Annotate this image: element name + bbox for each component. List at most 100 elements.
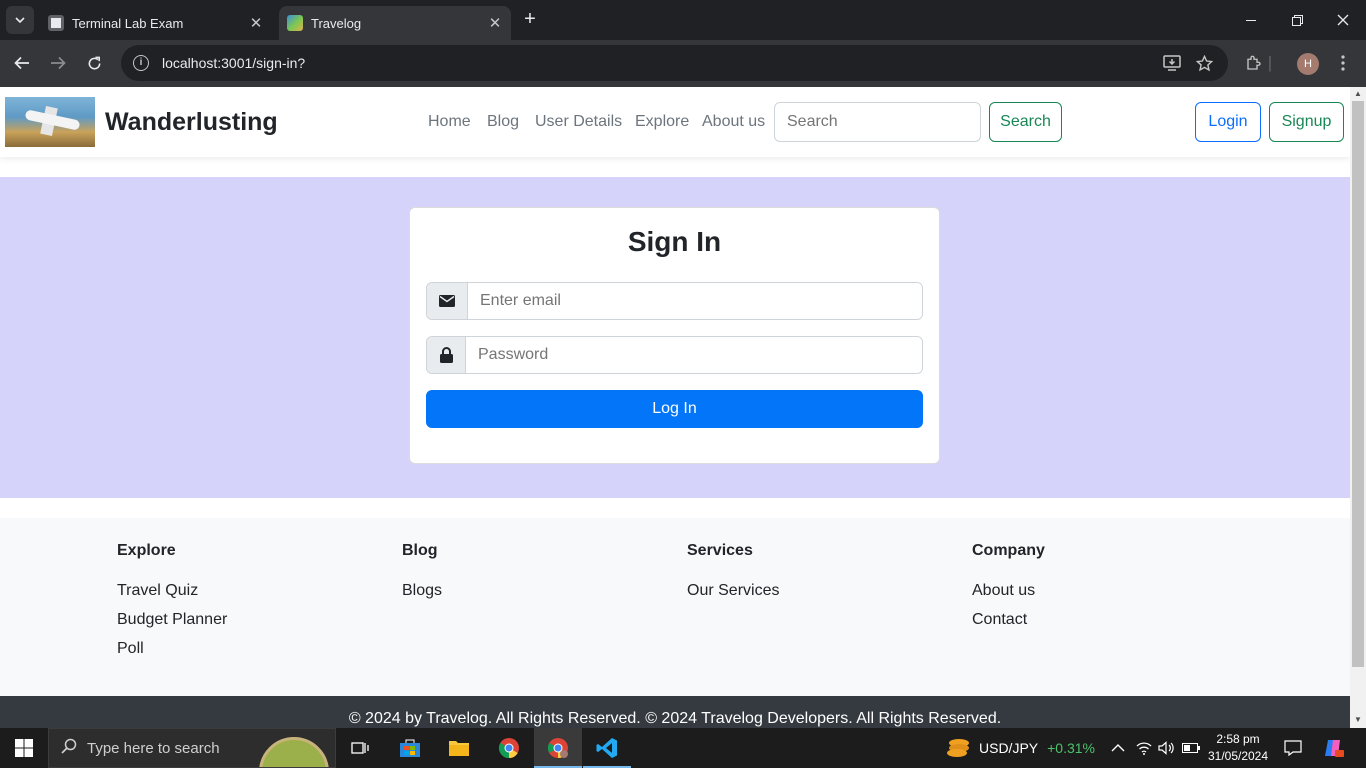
reload-button[interactable] — [80, 49, 108, 77]
tab-search-button[interactable] — [6, 6, 34, 34]
log-in-button[interactable]: Log In — [426, 390, 923, 428]
windows-taskbar: Type here to search USD/JPY +0.31% 2:58 … — [0, 728, 1366, 768]
tab-favicon-icon — [48, 15, 64, 31]
task-view-button[interactable] — [336, 728, 384, 768]
email-field[interactable] — [468, 283, 922, 319]
new-tab-button[interactable]: + — [518, 8, 542, 32]
stock-ticker-widget[interactable]: USD/JPY +0.31% — [946, 728, 1095, 768]
vscode-icon — [596, 738, 617, 758]
nav-link-blog[interactable]: Blog — [487, 113, 519, 131]
start-button[interactable] — [0, 728, 48, 768]
tab-favicon-icon — [287, 15, 303, 31]
minimize-button[interactable] — [1228, 0, 1274, 40]
signin-title: Sign In — [627, 226, 722, 257]
footer-link-poll[interactable]: Poll — [117, 640, 227, 669]
navbar-search-button[interactable]: Search — [989, 102, 1062, 142]
extensions-icon[interactable] — [1242, 51, 1266, 75]
chevron-down-icon — [15, 17, 25, 23]
footer-link-contact[interactable]: Contact — [972, 611, 1045, 640]
footer-link-travel-quiz[interactable]: Travel Quiz — [117, 582, 227, 611]
navbar-search-input[interactable] — [774, 102, 981, 142]
signup-button[interactable]: Signup — [1269, 102, 1344, 142]
footer-link-budget-planner[interactable]: Budget Planner — [117, 611, 227, 640]
notifications-icon[interactable] — [1284, 728, 1302, 768]
login-button[interactable]: Login — [1195, 102, 1261, 142]
footer-heading: Explore — [117, 542, 176, 559]
chrome-app-button[interactable] — [485, 728, 533, 768]
scrollbar-thumb[interactable] — [1352, 101, 1364, 667]
back-arrow-icon — [14, 56, 29, 70]
footer-column-company: Company About us Contact — [972, 542, 1045, 640]
scroll-down-icon[interactable]: ▼ — [1354, 715, 1362, 724]
coins-icon — [947, 739, 969, 757]
restore-icon — [1291, 14, 1303, 26]
envelope-icon — [427, 283, 468, 319]
taskbar-clock[interactable]: 2:58 pm 31/05/2024 — [1203, 731, 1273, 765]
scroll-up-icon[interactable]: ▲ — [1354, 89, 1362, 98]
ticker-change: +0.31% — [1047, 740, 1095, 756]
search-icon — [61, 738, 77, 759]
close-window-button[interactable] — [1320, 0, 1366, 40]
page-scrollbar[interactable]: ▲ ▼ — [1350, 87, 1366, 728]
forward-button[interactable] — [44, 49, 72, 77]
nav-link-user-details[interactable]: User Details — [535, 113, 622, 131]
close-tab-icon[interactable]: ✕ — [246, 14, 266, 32]
footer-link-our-services[interactable]: Our Services — [687, 582, 779, 611]
footer-heading: Services — [687, 542, 753, 559]
clock-date: 31/05/2024 — [1207, 749, 1269, 763]
brand-name[interactable]: Wanderlusting — [105, 108, 278, 137]
chrome-profile-app-button[interactable] — [534, 728, 582, 768]
tab-title: Travelog — [311, 15, 362, 31]
nav-link-explore[interactable]: Explore — [635, 113, 689, 131]
chrome-icon — [547, 738, 568, 759]
profile-avatar[interactable]: H — [1297, 53, 1319, 75]
back-button[interactable] — [8, 49, 36, 77]
tab-travelog[interactable]: Travelog ✕ — [279, 6, 511, 40]
lock-icon — [427, 337, 466, 373]
vscode-app-button[interactable] — [583, 728, 631, 768]
bookmark-star-icon[interactable] — [1192, 51, 1216, 75]
minimize-icon — [1246, 19, 1256, 21]
show-hidden-icons-button[interactable] — [1111, 728, 1125, 768]
nav-link-about-us[interactable]: About us — [702, 113, 765, 131]
site-info-icon[interactable]: i — [133, 55, 149, 71]
toolbar-divider: | — [1267, 53, 1273, 72]
install-app-icon[interactable] — [1160, 51, 1184, 75]
more-menu-icon[interactable] — [1331, 51, 1355, 75]
task-view-icon — [351, 742, 369, 754]
footer-link-blogs[interactable]: Blogs — [402, 582, 442, 611]
footer-heading: Company — [972, 542, 1045, 559]
signin-card: Sign In Log In — [409, 207, 940, 464]
folder-icon — [449, 741, 469, 756]
battery-icon[interactable] — [1182, 728, 1200, 768]
site-footer: Explore Travel Quiz Budget Planner Poll … — [0, 518, 1350, 698]
brand-logo[interactable] — [5, 97, 95, 147]
volume-icon[interactable] — [1158, 728, 1174, 768]
footer-column-explore: Explore Travel Quiz Budget Planner Poll — [117, 542, 227, 669]
nav-link-home[interactable]: Home — [428, 113, 471, 131]
close-tab-icon[interactable]: ✕ — [485, 14, 505, 32]
network-icon[interactable] — [1136, 728, 1152, 768]
password-input-group — [426, 336, 923, 374]
signin-section: Sign In Log In — [0, 177, 1350, 498]
footer-column-blog: Blog Blogs — [402, 542, 442, 611]
close-icon — [1337, 14, 1349, 26]
email-input-group — [426, 282, 923, 320]
windows-logo-icon — [15, 739, 33, 757]
file-explorer-button[interactable] — [435, 728, 483, 768]
restore-button[interactable] — [1274, 0, 1320, 40]
copilot-icon[interactable] — [1322, 728, 1344, 768]
reload-icon — [88, 56, 100, 69]
copyright-bar: © 2024 by Travelog. All Rights Reserved.… — [0, 696, 1350, 728]
footer-heading: Blog — [402, 542, 438, 559]
browser-toolbar: i localhost:3001/sign-in? | H — [0, 40, 1366, 87]
address-bar[interactable]: i localhost:3001/sign-in? — [121, 45, 1228, 81]
taskbar-search-box[interactable]: Type here to search — [48, 728, 336, 768]
url-text: localhost:3001/sign-in? — [162, 55, 306, 71]
footer-link-about-us[interactable]: About us — [972, 582, 1045, 611]
tab-terminal-lab-exam[interactable]: Terminal Lab Exam ✕ — [40, 6, 272, 40]
search-highlight-art — [259, 737, 329, 767]
password-field[interactable] — [466, 337, 922, 373]
store-app-button[interactable] — [386, 728, 434, 768]
page-viewport: Wanderlusting Home Blog User Details Exp… — [0, 87, 1350, 728]
